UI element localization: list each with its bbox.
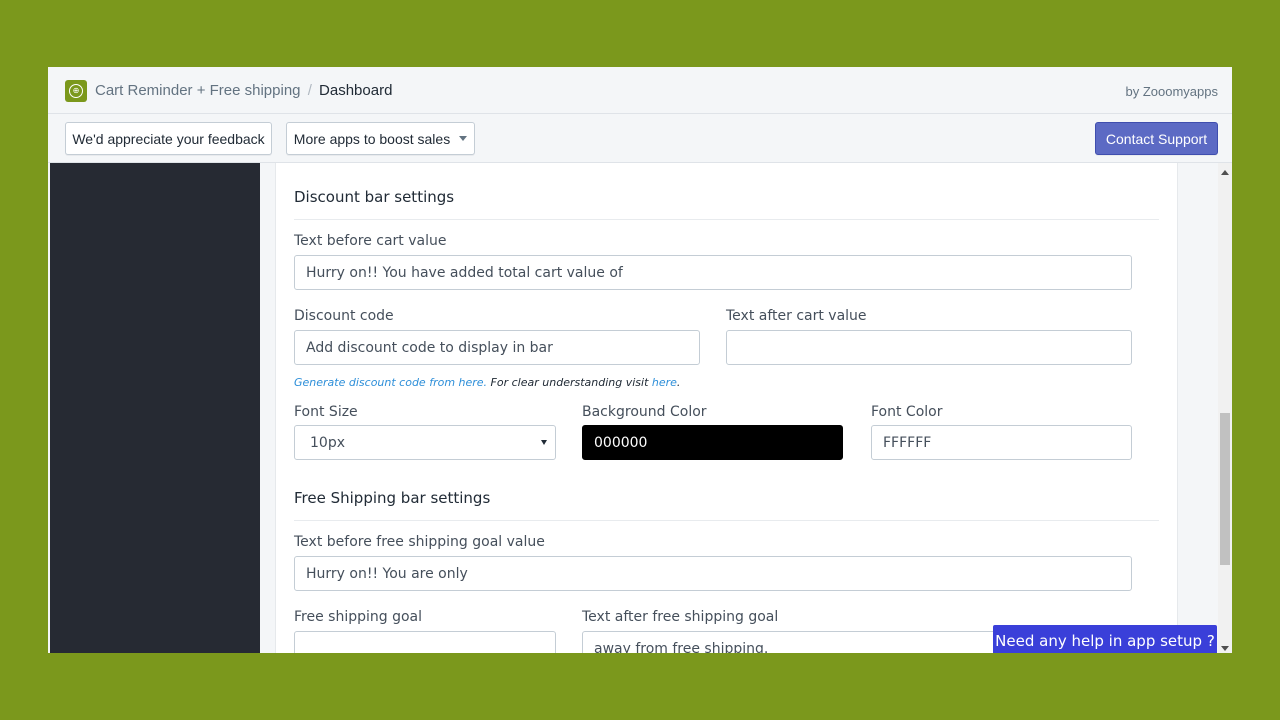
generate-discount-link[interactable]: Generate discount code from here. xyxy=(294,376,487,389)
feedback-button[interactable]: We'd appreciate your feedback xyxy=(65,122,272,155)
breadcrumb-separator: / xyxy=(307,82,312,99)
chevron-down-icon xyxy=(459,136,468,141)
scroll-up-arrow-icon[interactable] xyxy=(1221,170,1229,175)
scroll-down-arrow-icon[interactable] xyxy=(1221,646,1229,651)
discount-code-label: Discount code xyxy=(294,308,394,324)
text-before-cart-value: Hurry on!! You have added total cart val… xyxy=(306,264,623,281)
text-after-cart-input[interactable] xyxy=(726,330,1132,365)
breadcrumb-app-name[interactable]: Cart Reminder + Free shipping xyxy=(95,82,301,99)
breadcrumb-current-page: Dashboard xyxy=(319,82,393,99)
developer-credit: by Zooomyapps xyxy=(1125,84,1219,99)
text-before-cart-label: Text before cart value xyxy=(294,233,447,249)
title-bar: ⊕ Cart Reminder + Free shipping / Dashbo… xyxy=(48,67,1232,114)
text-before-cart-input[interactable]: Hurry on!! You have added total cart val… xyxy=(294,255,1132,290)
section-divider xyxy=(294,219,1159,220)
app-window: ⊕ Cart Reminder + Free shipping / Dashbo… xyxy=(48,67,1232,653)
discount-section-title: Discount bar settings xyxy=(294,188,455,206)
text-after-cart-label: Text after cart value xyxy=(726,308,867,324)
discount-code-placeholder: Add discount code to display in bar xyxy=(306,339,553,356)
understanding-here-link[interactable]: here xyxy=(652,376,677,389)
breadcrumb: Cart Reminder + Free shipping / Dashboar… xyxy=(95,82,392,99)
select-arrow-icon xyxy=(541,440,547,445)
contact-support-label: Contact Support xyxy=(1105,130,1208,147)
font-size-label: Font Size xyxy=(294,404,358,420)
background-color-input[interactable]: 000000 xyxy=(582,425,843,460)
text-before-goal-label: Text before free shipping goal value xyxy=(294,534,545,550)
text-after-goal-label: Text after free shipping goal xyxy=(582,609,779,625)
help-setup-label: Need any help in app setup ? xyxy=(995,631,1215,650)
shipping-section-title: Free Shipping bar settings xyxy=(294,489,491,507)
contact-support-button[interactable]: Contact Support xyxy=(1095,122,1218,155)
feedback-button-label: We'd appreciate your feedback xyxy=(72,130,265,147)
text-before-goal-value: Hurry on!! You are only xyxy=(306,565,468,582)
discount-helper-text: Generate discount code from here. For cl… xyxy=(294,376,680,389)
more-apps-label: More apps to boost sales xyxy=(293,130,451,147)
free-shipping-goal-input[interactable] xyxy=(294,631,556,653)
toolbar: We'd appreciate your feedback More apps … xyxy=(48,115,1232,163)
scrollbar-thumb[interactable] xyxy=(1220,413,1230,565)
font-color-value: FFFFFF xyxy=(883,434,932,451)
vertical-scrollbar[interactable] xyxy=(1218,163,1232,653)
text-before-goal-input[interactable]: Hurry on!! You are only xyxy=(294,556,1132,591)
background-color-label: Background Color xyxy=(582,404,707,420)
settings-panel: Discount bar settings Text before cart v… xyxy=(275,163,1178,653)
text-after-goal-value: away from free shipping. xyxy=(594,640,769,654)
free-shipping-goal-label: Free shipping goal xyxy=(294,609,423,625)
discount-code-input[interactable]: Add discount code to display in bar xyxy=(294,330,700,365)
font-size-select[interactable]: 10px xyxy=(294,425,556,460)
helper-end-text: . xyxy=(676,376,681,389)
cart-reminder-logo-icon: ⊕ xyxy=(65,80,87,102)
section-divider xyxy=(294,520,1159,521)
font-color-input[interactable]: FFFFFF xyxy=(871,425,1132,460)
help-setup-button[interactable]: Need any help in app setup ? xyxy=(993,625,1217,653)
font-color-label: Font Color xyxy=(871,404,943,420)
helper-middle-text: For clear understanding visit xyxy=(487,376,652,389)
sidebar xyxy=(50,163,260,653)
more-apps-dropdown-button[interactable]: More apps to boost sales xyxy=(286,122,475,155)
font-size-selected-value: 10px xyxy=(310,434,345,451)
background-color-value: 000000 xyxy=(594,434,648,451)
